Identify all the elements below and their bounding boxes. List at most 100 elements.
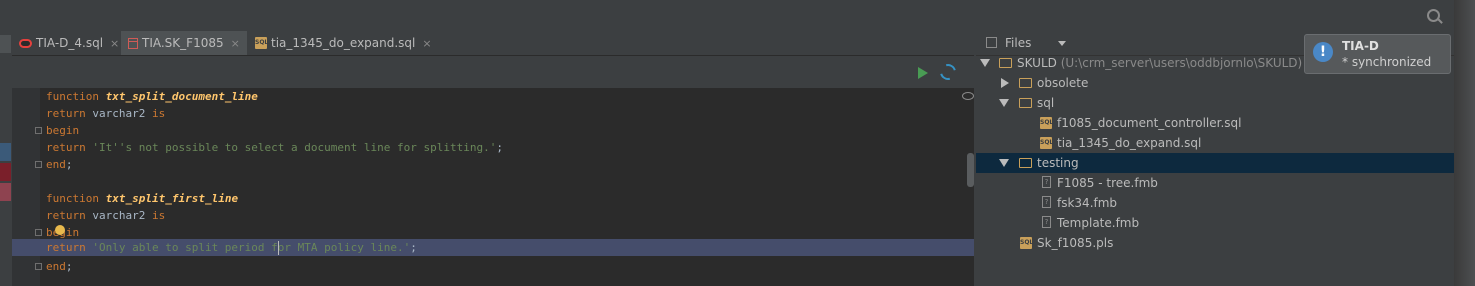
sql-file-icon: SQL <box>1040 117 1053 129</box>
code-text: ; <box>65 158 73 171</box>
string-literal: 'It''s not possible to select a document… <box>92 141 497 154</box>
tree-item-label: fsk34.fmb <box>1057 196 1118 210</box>
text-caret <box>278 241 279 255</box>
fold-icon[interactable] <box>35 263 42 270</box>
keyword: return <box>46 209 93 222</box>
tree-item-sk-f1085-pls[interactable]: SQL Sk_f1085.pls <box>976 233 1454 253</box>
run-icon[interactable] <box>918 67 928 79</box>
strip-marker <box>0 143 11 161</box>
folder-icon <box>1019 78 1032 88</box>
close-icon[interactable]: × <box>422 37 431 50</box>
tree-item-label: obsolete <box>1037 76 1089 90</box>
keyword: return <box>46 107 93 120</box>
code-editor[interactable]: function txt_split_document_line return … <box>12 88 974 286</box>
tree-item-label: F1085 - tree.fmb <box>1057 176 1158 190</box>
code-line: return 'It''s not possible to select a d… <box>46 139 503 156</box>
keyword: is <box>151 107 166 120</box>
keyword: end <box>46 260 66 273</box>
eye-icon[interactable] <box>962 92 974 100</box>
editor-gutter <box>12 88 40 286</box>
code-line: function txt_split_first_line <box>46 190 238 207</box>
tree-item-label: testing <box>1037 156 1079 170</box>
keyword: return <box>46 141 93 154</box>
keyword: is <box>151 209 166 222</box>
notification-message: * synchronized <box>1342 55 1432 69</box>
window-edge <box>1454 0 1475 286</box>
tab-tia-d-4-sql[interactable]: TIA-D_4.sql × <box>12 31 120 55</box>
collapse-arrow-icon[interactable] <box>1001 78 1009 88</box>
tree-item-f1085-document-controller[interactable]: SQL f1085_document_controller.sql <box>976 113 1454 133</box>
code-line: end; <box>46 156 73 173</box>
sql-file-icon: SQL <box>1020 237 1033 249</box>
tree-item-template-fmb[interactable]: ? Template.fmb <box>976 213 1454 233</box>
tree-item-obsolete[interactable]: obsolete <box>976 73 1454 93</box>
sql-file-icon: SQL <box>255 37 268 49</box>
code-text: ; <box>65 260 73 273</box>
tab-tia-1345-do-expand-sql[interactable]: SQL tia_1345_do_expand.sql × <box>248 31 432 55</box>
tree-item-sql[interactable]: sql <box>976 93 1454 113</box>
sync-icon[interactable] <box>937 61 959 83</box>
tree-item-label: SKULD <box>1017 56 1057 70</box>
fold-icon[interactable] <box>35 161 42 168</box>
sql-file-icon: SQL <box>1040 137 1053 149</box>
tree-item-label: Sk_f1085.pls <box>1037 236 1114 250</box>
unknown-file-icon: ? <box>1042 196 1051 208</box>
code-text: varchar2 <box>92 209 152 222</box>
title-bar <box>0 0 1475 32</box>
tree-item-path: (U:\crm_server\users\oddbjornlo\SKULD) <box>1060 56 1303 70</box>
code-line: return 'Only able to split period for MT… <box>46 239 417 256</box>
keyword: end <box>46 158 66 171</box>
strip-marker <box>0 35 11 53</box>
lightbulb-icon[interactable] <box>55 225 65 235</box>
folder-icon <box>1019 158 1032 168</box>
tree-item-label: tia_1345_do_expand.sql <box>1057 136 1202 150</box>
code-line: function txt_split_document_line <box>46 88 258 105</box>
keyword: begin <box>46 124 80 137</box>
package-icon <box>128 37 138 49</box>
function-name: txt_split_document_line <box>105 90 258 103</box>
code-text: ; <box>496 141 503 154</box>
notification-balloon[interactable]: ! TIA-D * synchronized <box>1304 34 1451 74</box>
editor-toolbar <box>12 56 974 88</box>
fold-icon[interactable] <box>35 127 42 134</box>
tab-label: tia_1345_do_expand.sql <box>271 36 416 50</box>
close-icon[interactable]: × <box>231 37 240 50</box>
tree-item-fsk34-fmb[interactable]: ? fsk34.fmb <box>976 193 1454 213</box>
vertical-scrollbar[interactable] <box>967 153 974 187</box>
files-panel-title: Files <box>1005 36 1032 50</box>
strip-marker <box>0 183 11 201</box>
keyword: function <box>46 192 106 205</box>
folder-icon <box>999 58 1012 68</box>
fold-icon[interactable] <box>35 229 42 236</box>
code-line: return varchar2 is <box>46 105 165 122</box>
search-icon[interactable] <box>1427 9 1443 24</box>
notification-title: TIA-D <box>1342 39 1379 53</box>
code-line: begin <box>46 122 79 139</box>
code-line: end; <box>46 258 73 275</box>
code-text: ; <box>410 241 417 254</box>
tree-item-label: f1085_document_controller.sql <box>1057 116 1242 130</box>
tree-item-f1085-tree-fmb[interactable]: ? F1085 - tree.fmb <box>976 173 1454 193</box>
tree-item-label: Template.fmb <box>1057 216 1140 230</box>
code-line: return varchar2 is <box>46 207 165 224</box>
close-icon[interactable]: × <box>110 37 119 50</box>
tab-label: TIA-D_4.sql <box>36 36 104 50</box>
editor-tab-bar: TIA-D_4.sql × TIA.SK_F1085 × SQL tia_134… <box>12 31 974 56</box>
files-icon <box>986 37 997 48</box>
keyword: return <box>46 241 93 254</box>
expand-arrow-icon[interactable] <box>999 159 1009 167</box>
tree-item-label: sql <box>1037 96 1055 110</box>
string-literal: 'Only able to split period for MTA polic… <box>92 241 411 254</box>
unknown-file-icon: ? <box>1042 176 1051 188</box>
code-text: varchar2 <box>92 107 152 120</box>
tab-tia-sk-f1085[interactable]: TIA.SK_F1085 × <box>121 31 247 55</box>
expand-arrow-icon[interactable] <box>980 59 990 67</box>
chevron-down-icon[interactable] <box>1058 41 1066 46</box>
unknown-file-icon: ? <box>1042 216 1051 228</box>
tree-item-tia-1345-do-expand[interactable]: SQL tia_1345_do_expand.sql <box>976 133 1454 153</box>
info-icon: ! <box>1313 42 1333 62</box>
oracle-db-icon <box>19 38 32 48</box>
expand-arrow-icon[interactable] <box>999 99 1009 107</box>
tree-item-testing[interactable]: testing <box>976 153 1454 173</box>
strip-marker <box>0 163 11 181</box>
